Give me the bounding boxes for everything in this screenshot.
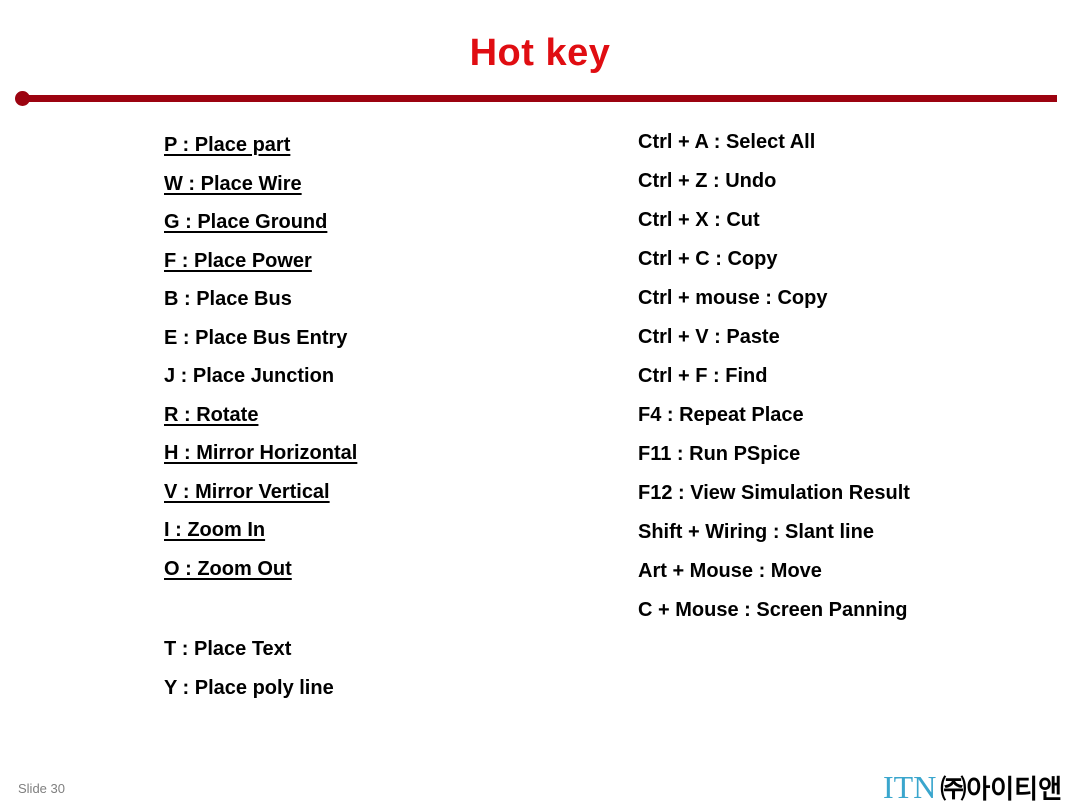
hotkey-item-left-label: W : Place Wire bbox=[164, 172, 302, 195]
hotkey-item-right-label: Ctrl + A : Select All bbox=[638, 131, 816, 153]
hotkey-item-left-label: V : Mirror Vertical bbox=[164, 480, 330, 503]
hotkey-item-right: Ctrl + X : Cut bbox=[638, 204, 1058, 243]
title-divider bbox=[23, 95, 1057, 102]
hotkey-item-left-label: P : Place part bbox=[164, 134, 291, 156]
hotkey-item-left-label: O : Zoom Out bbox=[164, 557, 292, 580]
hotkey-item-left: F : Place Power bbox=[164, 242, 604, 281]
hotkey-item-left-secondary: Y : Place poly line bbox=[164, 669, 334, 708]
hotkey-item-left: V : Mirror Vertical bbox=[164, 473, 604, 512]
hotkey-item-right-label: F12 : View Simulation Result bbox=[638, 482, 910, 504]
hotkey-item-right: Shift + Wiring : Slant line bbox=[638, 516, 1058, 555]
hotkey-item-left-label: B : Place Bus bbox=[164, 288, 292, 310]
hotkey-item-right: Ctrl + mouse : Copy bbox=[638, 282, 1058, 321]
hotkey-item-right: C + Mouse : Screen Panning bbox=[638, 594, 1058, 633]
page-title: Hot key bbox=[469, 32, 611, 74]
hotkey-item-left: O : Zoom Out bbox=[164, 550, 604, 589]
hotkey-item-right: F4 : Repeat Place bbox=[638, 399, 1058, 438]
hotkey-item-left: I : Zoom In bbox=[164, 511, 604, 550]
hotkey-item-left-secondary-label: T : Place Text bbox=[164, 638, 292, 660]
hotkey-item-right-label: Shift + Wiring : Slant line bbox=[638, 521, 874, 543]
hotkey-item-right: Ctrl + C : Copy bbox=[638, 243, 1058, 282]
hotkey-item-right-label: F4 : Repeat Place bbox=[638, 404, 804, 426]
hotkey-list-left: P : Place part W : Place Wire G : Place Gr… bbox=[164, 126, 604, 588]
hotkey-item-left: G : Place Ground bbox=[164, 203, 604, 242]
hotkey-item-right-label: Ctrl + X : Cut bbox=[638, 209, 760, 231]
logo-mark-itn: ITN bbox=[883, 769, 937, 805]
hotkey-item-right-label: Ctrl + C : Copy bbox=[638, 248, 778, 270]
hotkey-item-left: E : Place Bus Entry bbox=[164, 319, 604, 358]
logo-text-korean: ㈜아이티앤 bbox=[940, 775, 1062, 805]
hotkey-item-left-label: R : Rotate bbox=[164, 403, 259, 426]
hotkey-item-right: Ctrl + A : Select All bbox=[638, 126, 1058, 165]
hotkey-item-right: F12 : View Simulation Result bbox=[638, 477, 1058, 516]
hotkey-item-right-label: Ctrl + mouse : Copy bbox=[638, 287, 828, 309]
hotkey-item-right-label: C + Mouse : Screen Panning bbox=[638, 599, 908, 621]
hotkey-item-right-label: Ctrl + V : Paste bbox=[638, 326, 780, 348]
hotkey-item-left: B : Place Bus bbox=[164, 280, 604, 319]
hotkey-item-right-label: Art + Mouse : Move bbox=[638, 560, 822, 582]
hotkey-list-right: Ctrl + A : Select All Ctrl + Z : Undo Ctrl… bbox=[638, 126, 1058, 633]
hotkey-item-left-label: H : Mirror Horizontal bbox=[164, 442, 358, 464]
slide-number: Slide 30 bbox=[18, 781, 65, 796]
hotkey-item-left: R : Rotate bbox=[164, 396, 604, 435]
hotkey-item-left-secondary: T : Place Text bbox=[164, 630, 334, 669]
hotkey-item-left-label: G : Place Ground bbox=[164, 211, 328, 233]
hotkey-item-right: Art + Mouse : Move bbox=[638, 555, 1058, 594]
hotkey-item-left-secondary-label: Y : Place poly line bbox=[164, 677, 334, 699]
hotkey-item-left-label: E : Place Bus Entry bbox=[164, 326, 348, 349]
hotkey-item-left-label: I : Zoom In bbox=[164, 519, 266, 541]
hotkey-item-left: W : Place Wire bbox=[164, 165, 604, 204]
hotkey-item-right: Ctrl + F : Find bbox=[638, 360, 1058, 399]
hotkey-item-left: H : Mirror Horizontal bbox=[164, 434, 604, 473]
hotkey-item-left: J : Place Junction bbox=[164, 357, 604, 396]
footer-logo: ITN ㈜아이티앤 bbox=[883, 769, 1062, 806]
hotkey-item-right-label: Ctrl + F : Find bbox=[638, 365, 768, 387]
hotkey-item-right: Ctrl + V : Paste bbox=[638, 321, 1058, 360]
hotkey-item-left-label: J : Place Junction bbox=[164, 365, 335, 387]
hotkey-item-right-label: Ctrl + Z : Undo bbox=[638, 170, 777, 192]
hotkey-item-right-label: F11 : Run PSpice bbox=[638, 443, 801, 465]
hotkey-list-left-secondary: T : Place Text Y : Place poly line bbox=[164, 630, 334, 708]
hotkey-item-left: P : Place part bbox=[164, 126, 604, 165]
hotkey-item-left-label: F : Place Power bbox=[164, 249, 312, 272]
hotkey-item-right: Ctrl + Z : Undo bbox=[638, 165, 1058, 204]
hotkey-item-right: F11 : Run PSpice bbox=[638, 438, 1058, 477]
